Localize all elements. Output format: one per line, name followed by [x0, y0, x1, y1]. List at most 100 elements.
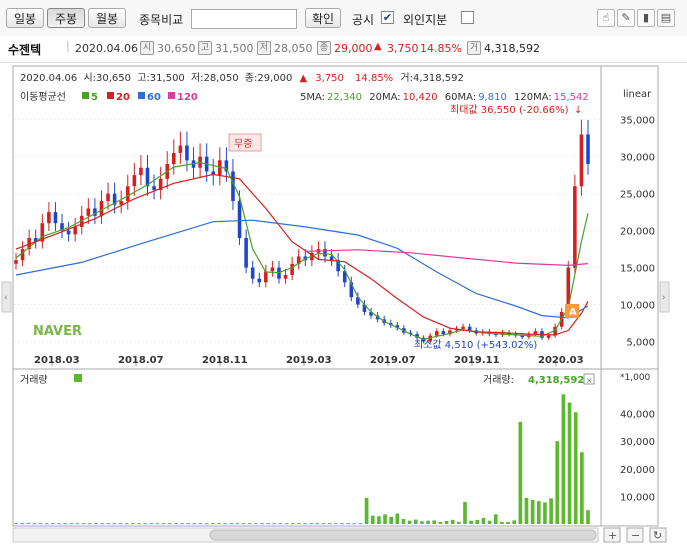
high-icon: 고	[198, 41, 212, 55]
volume-bar	[549, 498, 553, 524]
settings-icon[interactable]: ▤	[657, 9, 675, 27]
volume-tick-label: 10,000	[620, 492, 655, 503]
min-annotation: 최소값 4,510 (+543.02%)	[414, 339, 537, 351]
candle	[434, 331, 439, 336]
volume-bar	[512, 520, 517, 524]
date-tick-label: 2020.03	[538, 355, 584, 366]
candle	[329, 256, 334, 261]
info-close: 29,000	[334, 42, 373, 55]
confirm-button[interactable]: 확인	[305, 8, 341, 28]
foreign-label: 외인지분	[403, 13, 448, 27]
volume-bar	[241, 523, 246, 525]
volume-panel	[12, 368, 659, 527]
separator: |	[66, 39, 70, 52]
svg-text:60: 60	[147, 92, 161, 103]
volume-bar	[426, 520, 430, 524]
candle	[20, 249, 25, 261]
volume-bar	[38, 523, 43, 525]
svg-text:20: 20	[116, 92, 130, 103]
disclosure-checkbox[interactable]: ✔	[381, 11, 394, 24]
volume-tick-label: 40,000	[620, 410, 655, 421]
svg-text:−: −	[631, 529, 640, 542]
volume-bar	[210, 523, 215, 525]
volume-bar	[81, 523, 86, 525]
volume-bar	[278, 523, 283, 525]
volume-unit: *1,000	[620, 373, 651, 383]
volume-bar	[450, 519, 455, 524]
info-open: 30,650	[157, 42, 196, 55]
volume-bar	[124, 523, 129, 525]
pointer-icon[interactable]: ☝	[597, 9, 615, 27]
volume-bar	[370, 515, 375, 524]
volume-current-value: 4,318,592	[528, 375, 584, 386]
draw-icon[interactable]: ✎	[617, 9, 635, 27]
date-tick-label: 2018.11	[202, 355, 248, 366]
volume-bar	[94, 523, 98, 525]
volume-bar	[100, 523, 104, 525]
low-icon: 저	[257, 41, 271, 55]
candle	[99, 201, 104, 216]
candle	[573, 186, 577, 268]
volume-bar	[143, 523, 147, 525]
volume-bar	[174, 523, 178, 525]
scale-label[interactable]: linear	[623, 89, 652, 100]
candle	[264, 271, 268, 283]
volume-bar	[106, 523, 111, 525]
volume-bar	[358, 523, 363, 525]
price-tick-label: 5,000	[626, 338, 655, 349]
candle	[14, 260, 18, 264]
candle	[185, 145, 189, 161]
volume-tick-label: 30,000	[620, 437, 655, 448]
crosshair-icon[interactable]: ▮	[637, 9, 655, 27]
max-arrow-icon: ↓	[574, 105, 582, 116]
candle	[441, 331, 446, 335]
svg-text:무증: 무증	[234, 138, 252, 150]
volume-bar	[186, 523, 191, 525]
compare-input[interactable]	[191, 9, 297, 29]
volume-bar	[20, 523, 24, 525]
candle	[86, 208, 91, 216]
volume-bar	[161, 523, 166, 525]
volume-bar	[192, 523, 197, 525]
volume-bar	[555, 441, 560, 524]
candle	[172, 152, 176, 165]
volume-bar	[131, 523, 135, 525]
volume-bar	[198, 523, 203, 525]
volume-bar	[204, 523, 209, 525]
candle	[461, 326, 465, 329]
volume-bar	[266, 523, 270, 525]
tab-monthly[interactable]: 월봉	[88, 8, 126, 28]
foreign-checkbox[interactable]	[461, 11, 474, 24]
tab-daily[interactable]: 일봉	[6, 8, 44, 28]
svg-text:120: 120	[177, 92, 198, 103]
volume-bar	[401, 519, 406, 524]
tab-weekly[interactable]: 주봉	[47, 8, 85, 28]
volume-bar	[137, 523, 141, 525]
volume-bar	[432, 520, 437, 524]
candle	[66, 230, 71, 235]
candle	[178, 145, 183, 153]
volume-bar	[561, 394, 566, 524]
volume-bar	[309, 523, 314, 525]
volume-bar	[567, 402, 572, 524]
candle	[467, 326, 472, 331]
candle	[139, 167, 143, 176]
candle	[283, 274, 288, 279]
scrollbar-thumb[interactable]	[209, 529, 597, 541]
volume-bar	[118, 523, 123, 525]
max-annotation: 최대값 36,550 (-20.66%)	[450, 104, 569, 116]
volume-bar	[334, 523, 338, 525]
price-tick-label: 35,000	[620, 116, 655, 127]
price-tick-label: 25,000	[620, 190, 655, 201]
date-tick-label: 2019.07	[370, 355, 416, 366]
candle	[244, 237, 248, 268]
volume-bar	[536, 501, 541, 524]
disclosure-label: 공시	[352, 13, 375, 27]
candle	[586, 134, 590, 165]
volume-bar	[321, 523, 326, 525]
volume-bar	[235, 523, 240, 525]
info-date: 2020.04.06	[75, 42, 138, 55]
volume-bar	[580, 452, 584, 524]
info-change: 3,750	[387, 42, 419, 55]
volume-bar	[389, 516, 394, 524]
